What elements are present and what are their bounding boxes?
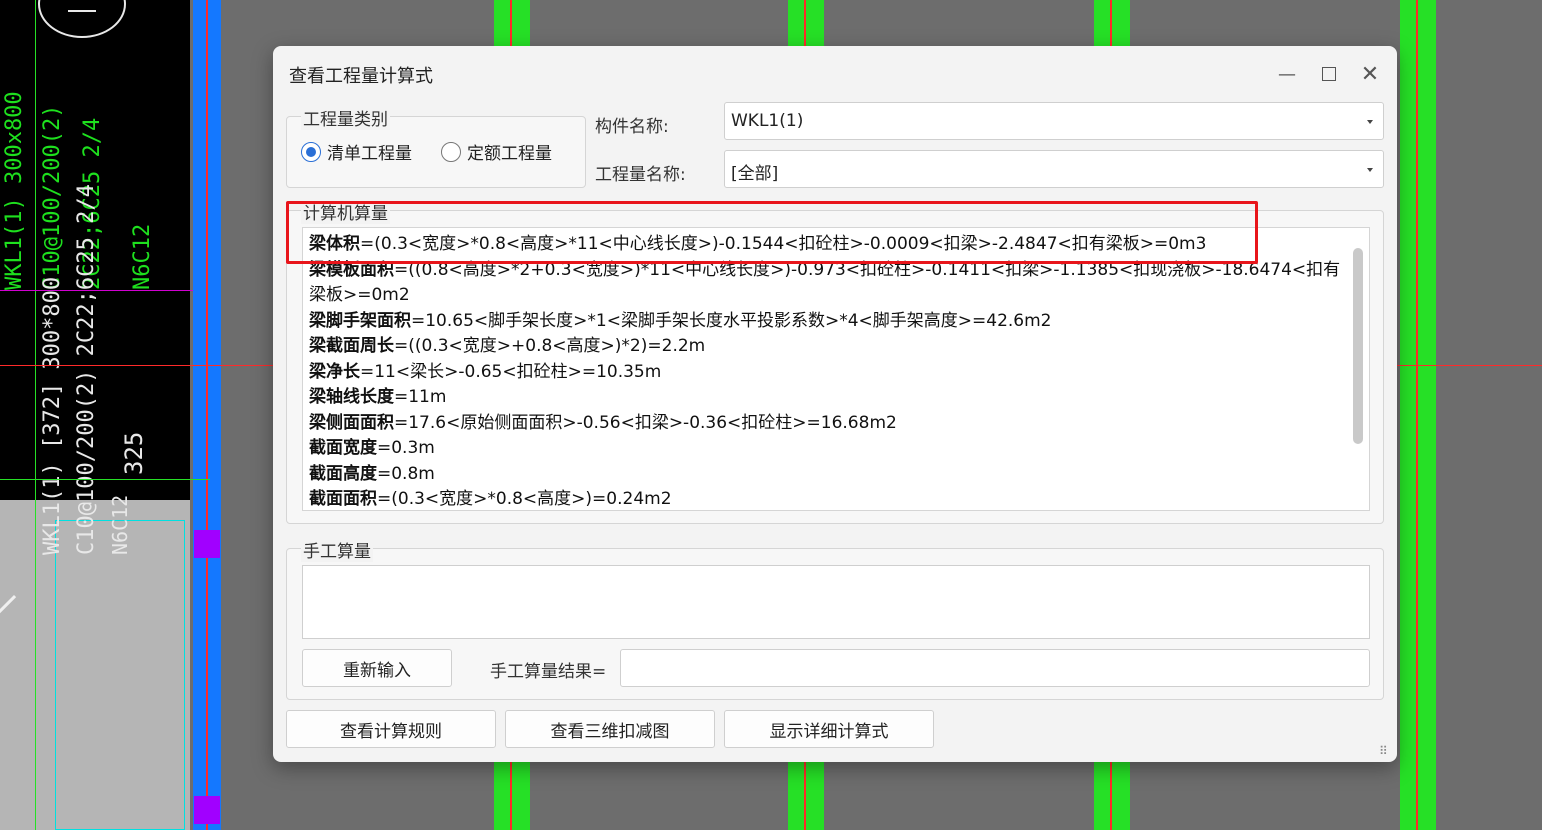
quantity-name-select[interactable]: [全部] [724,150,1384,188]
calc-item-expression: =((0.3<宽度>+0.8<高度>)*2)=2.2m [394,336,706,356]
close-button[interactable]: ✕ [1356,60,1384,88]
cad-grid-line [0,479,210,480]
calc-line: 截面宽度=0.3m [309,436,1349,462]
calc-line: 梁脚手架面积=10.65<脚手架长度>*1<梁脚手架长度水平投影系数>*4<脚手… [309,309,1349,335]
calc-formula-text[interactable]: 梁体积=(0.3<宽度>*0.8<高度>*11<中心线长度>)-0.1544<扣… [302,227,1370,511]
calc-line: 截面高度=0.8m [309,462,1349,488]
cad-cyan-outline [55,520,185,830]
radio-unchecked-icon [441,141,461,162]
calc-line: 梁净长=11<梁长>-0.65<扣砼柱>=10.35m [309,360,1349,386]
quantity-type-group: 工程量类别 清单工程量 定额工程量 [286,105,586,188]
component-name-label: 构件名称: [595,117,669,137]
calc-line: 梁板>=0m2 [309,283,1349,309]
calc-item-name: 梁脚手架面积 [309,310,411,331]
calc-item-expression: =0.8m [377,463,435,484]
calc-line: 梁截面周长=((0.3<宽度>+0.8<高度>)*2)=2.2m [309,334,1349,360]
calc-item-expression: =0.3m [377,438,435,458]
show-detail-formula-button[interactable]: 显示详细计算式 [724,710,934,748]
cad-axis-line [206,0,208,830]
radio-list-quantity[interactable]: 清单工程量 [301,139,412,164]
calc-item-expression: =11m [394,387,447,407]
cad-label: N6C12 [130,223,155,290]
cad-purple-marker [194,530,220,558]
cad-green-beam [1400,0,1436,830]
view-3d-deduction-button[interactable]: 查看三维扣减图 [505,710,715,748]
manual-result-field[interactable] [620,649,1370,687]
quantity-name-label: 工程量名称: [595,165,686,185]
calc-line: 截面面积=(0.3<宽度>*0.8<高度>)=0.24m2 [309,487,1349,510]
cad-axis-mark [68,10,96,12]
radio-label: 清单工程量 [327,144,412,164]
vertical-scrollbar[interactable] [1353,248,1363,444]
calc-item-name: 截面高度 [309,463,377,484]
calc-line: 梁侧面面积=17.6<原始侧面面积>-0.56<扣梁>-0.36<扣砼柱>=16… [309,411,1349,437]
calc-item-name: 截面宽度 [309,438,377,458]
highlight-frame [286,201,1258,264]
reenter-button[interactable]: 重新输入 [302,649,452,687]
manual-result-label: 手工算量结果= [490,662,607,682]
calc-item-name: 梁轴线长度 [309,387,394,407]
cad-label: WKL1(1) [372] 300*800 [40,276,65,555]
quantity-formula-dialog: 查看工程量计算式 — ✕ 工程量类别 清单工程量 定额工程量 构件名称: WKL… [273,46,1397,762]
cad-magenta-line [0,290,205,291]
close-icon: ✕ [1360,61,1380,87]
manual-calc-group: 手工算量 重新输入 手工算量结果= [286,537,1384,700]
calc-line: 梁轴线长度=11m [309,385,1349,411]
component-name-select[interactable]: WKL1(1) [724,102,1384,140]
calc-lines: 梁体积=(0.3<宽度>*0.8<高度>*11<中心线长度>)-0.1544<扣… [309,232,1349,510]
dialog-title: 查看工程量计算式 [289,66,433,87]
cad-label: WKL1(1) 300x800 [2,91,27,290]
calc-item-name: 梁截面周长 [309,336,394,356]
resize-grip-icon[interactable]: ⠿ [1379,744,1388,758]
cad-label: C10@100/200(2) [40,104,65,290]
calc-item-expression: =11<梁长>-0.65<扣砼柱>=10.35m [360,361,662,382]
view-calc-rules-button[interactable]: 查看计算规则 [286,710,496,748]
calc-item-name: 梁净长 [309,361,360,382]
radio-checked-icon [301,141,321,162]
maximize-icon [1322,67,1336,81]
radio-label: 定额工程量 [467,144,552,164]
manual-input-area[interactable] [302,565,1370,639]
calc-item-expression: =10.65<脚手架长度>*1<梁脚手架长度水平投影系数>*4<脚手架高度>=4… [411,310,1052,331]
calc-item-name: 截面面积 [309,489,377,509]
cad-purple-marker [194,796,220,824]
maximize-button[interactable] [1315,60,1343,88]
cad-label: 325 [120,431,148,475]
group-label: 工程量类别 [301,105,390,130]
group-label: 手工算量 [301,537,373,562]
minimize-icon: — [1278,63,1296,85]
calc-item-name: 梁侧面面积 [309,412,394,433]
dropdown-arrow-icon [1367,120,1373,124]
quantity-name-value: [全部] [731,164,779,184]
calc-item-expression: =(0.3<宽度>*0.8<高度>)=0.24m2 [377,489,672,509]
cad-grid-line [35,0,36,830]
cad-label: C10@100/200(2) 2C22;6C25 2/4 [74,184,99,555]
minimize-button[interactable]: — [1273,60,1301,88]
dropdown-arrow-icon [1367,168,1373,172]
component-name-value: WKL1(1) [731,111,804,131]
calc-item-expression: =17.6<原始侧面面积>-0.56<扣梁>-0.36<扣砼柱>=16.68m2 [394,412,897,433]
cad-label: N6C12 [108,494,132,555]
calc-item-expression: 梁板>=0m2 [309,285,410,305]
radio-quota-quantity[interactable]: 定额工程量 [441,139,552,164]
